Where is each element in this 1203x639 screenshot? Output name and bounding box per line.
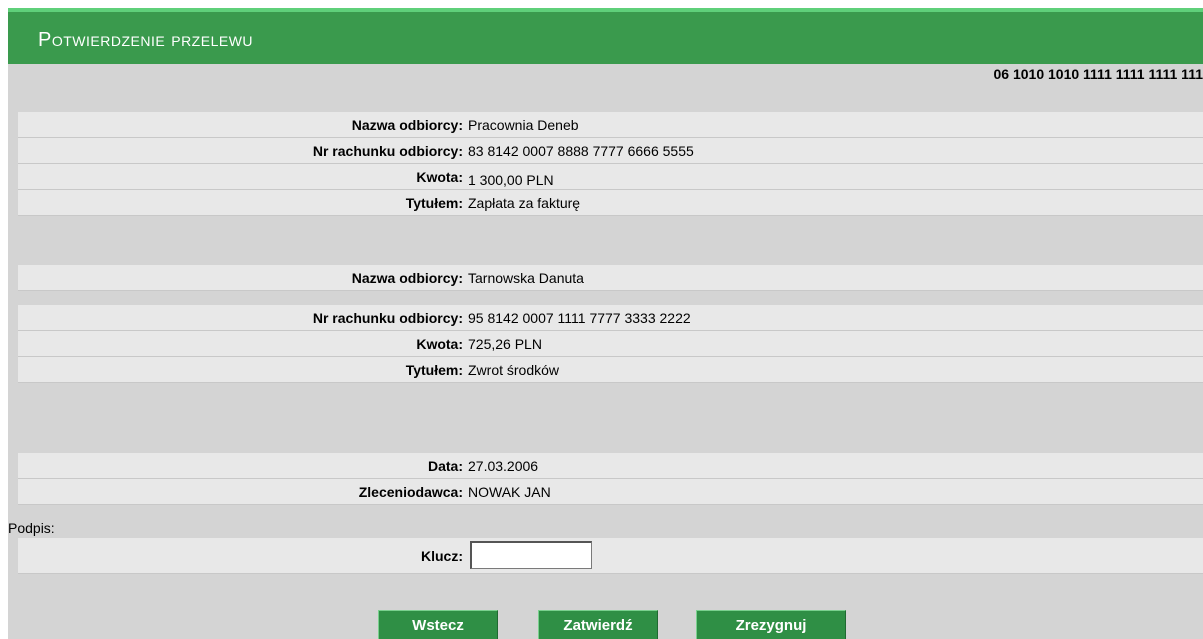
transfer-2-recipient-row: Nazwa odbiorcy: Tarnowska Danuta [18, 265, 1203, 291]
amount-value: 725,26 PLN [468, 336, 542, 352]
recipient-name-value: Tarnowska Danuta [468, 270, 584, 286]
transfer-title-label: Tytułem: [405, 362, 463, 378]
confirm-button[interactable]: Zatwierdź [538, 610, 658, 639]
transfer-1-account-row: Nr rachunku odbiorcy: 83 8142 0007 8888 … [18, 138, 1203, 164]
recipient-account-value: 95 8142 0007 1111 7777 3333 2222 [468, 310, 691, 326]
recipient-name-label: Nazwa odbiorcy: [351, 270, 463, 286]
ordering-party-value: NOWAK JAN [468, 484, 551, 500]
transfer-1-amount-row: Kwota: 1 300,00 PLN [18, 164, 1203, 190]
recipient-name-value: Pracownia Deneb [468, 117, 579, 133]
ordering-party-row: Zleceniodawca: NOWAK JAN [18, 479, 1203, 505]
transfer-title-value: Zwrot środków [468, 362, 560, 378]
transfer-title-value: Zapłata za fakturę [468, 195, 581, 211]
ordering-party-label: Zleceniodawca: [358, 484, 463, 500]
transfer-1-recipient-row: Nazwa odbiorcy: Pracownia Deneb [18, 112, 1203, 138]
title-bar: Potwierdzenie przelewu [8, 8, 1203, 64]
amount-label: Kwota: [416, 336, 463, 352]
amount-value: 1 300,00 PLN [468, 172, 554, 188]
recipient-name-label: Nazwa odbiorcy: [351, 117, 463, 133]
transfer-confirmation-panel: Potwierdzenie przelewu 06 1010 1010 1111… [8, 8, 1203, 639]
transfer-2-title-row: Tytułem: Zwrot środków [18, 357, 1203, 383]
amount-label: Kwota: [416, 169, 463, 185]
key-input[interactable] [470, 541, 592, 569]
date-value: 27.03.2006 [468, 458, 539, 474]
back-button[interactable]: Wstecz [378, 610, 498, 639]
recipient-account-label: Nr rachunku odbiorcy: [312, 143, 463, 159]
key-row: Klucz: [18, 538, 1203, 574]
source-account-number: 06 1010 1010 1111 1111 1111 111 [993, 66, 1203, 82]
transfer-1-title-row: Tytułem: Zapłata za fakturę [18, 190, 1203, 216]
recipient-account-label: Nr rachunku odbiorcy: [312, 310, 463, 326]
page-title: Potwierdzenie przelewu [38, 29, 254, 51]
date-row: Data: 27.03.2006 [18, 453, 1203, 479]
signature-label: Podpis: [8, 520, 55, 536]
transfer-2-account-row: Nr rachunku odbiorcy: 95 8142 0007 1111 … [18, 305, 1203, 331]
key-label: Klucz: [421, 548, 463, 564]
transfer-title-label: Tytułem: [405, 195, 463, 211]
cancel-button[interactable]: Zrezygnuj [696, 610, 846, 639]
recipient-account-value: 83 8142 0007 8888 7777 6666 5555 [468, 143, 694, 159]
transfer-2-amount-row: Kwota: 725,26 PLN [18, 331, 1203, 357]
date-label: Data: [427, 458, 463, 474]
